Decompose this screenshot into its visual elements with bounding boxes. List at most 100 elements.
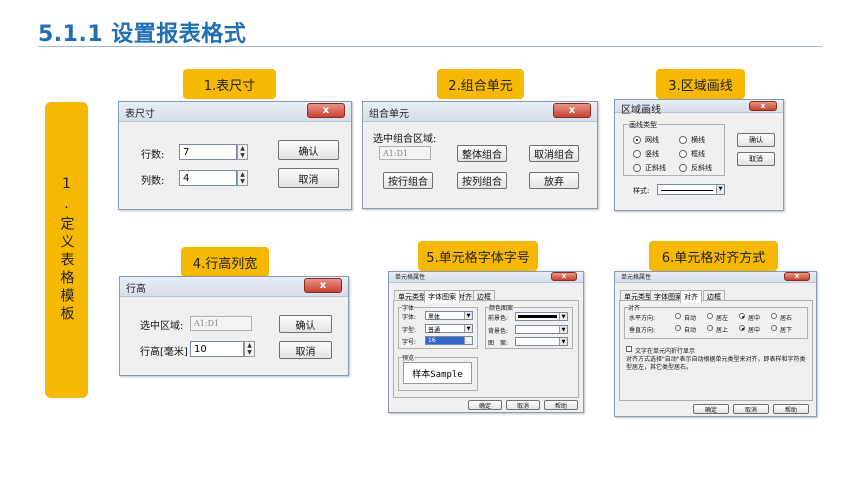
radio-h-right-label: 居右 bbox=[780, 315, 793, 322]
side-label-tab: 1.定义表格模板 bbox=[45, 102, 88, 398]
line-style-preview bbox=[661, 190, 713, 191]
style-label: 字型: bbox=[402, 327, 417, 334]
align-group bbox=[624, 307, 808, 339]
radio-frame[interactable] bbox=[679, 150, 687, 158]
chevron-down-icon: ▼ bbox=[559, 326, 567, 333]
radio-frame-label: 框线 bbox=[691, 150, 705, 158]
close-button[interactable]: x bbox=[307, 103, 345, 118]
row-height-spinner[interactable]: ▲ ▼ bbox=[244, 341, 255, 357]
cancel-button[interactable]: 取消 bbox=[733, 404, 769, 414]
wrap-checkbox[interactable] bbox=[626, 346, 632, 352]
close-button[interactable]: x bbox=[749, 101, 777, 111]
label-row-col-size: 4.行高列宽 bbox=[181, 247, 269, 277]
dialog-titlebar: 区域画线 x bbox=[615, 100, 783, 116]
dialog-combine-cells: 组合单元 x 选中组合区域: A1:D1 整体组合 取消组合 按行组合 按列组合… bbox=[362, 101, 598, 209]
close-button[interactable]: x bbox=[784, 272, 810, 281]
chevron-down-icon: ▼ bbox=[559, 313, 567, 320]
rows-input[interactable]: 7 bbox=[179, 144, 237, 160]
title-divider bbox=[38, 46, 822, 47]
radio-horizontal-label: 横线 bbox=[691, 136, 705, 144]
dialog-title: 行高 bbox=[126, 284, 146, 295]
preview-text: 样本Sample bbox=[403, 362, 472, 384]
font-group-label: 字体 bbox=[402, 303, 415, 312]
radio-v-auto-label: 自动 bbox=[684, 327, 697, 334]
cols-spinner[interactable]: ▲ ▼ bbox=[237, 170, 248, 186]
pattern-label: 图 案: bbox=[488, 340, 509, 347]
give-up-button[interactable]: 放弃 bbox=[529, 172, 579, 189]
radio-v-bottom[interactable] bbox=[771, 325, 777, 331]
radio-h-auto-label: 自动 bbox=[684, 315, 697, 322]
ok-button[interactable]: 确认 bbox=[279, 315, 332, 333]
chevron-down-icon: ▼ bbox=[716, 185, 724, 194]
font-value: 黑体 bbox=[428, 314, 441, 321]
background-dropdown[interactable]: ▼ bbox=[515, 325, 568, 334]
radio-backslash[interactable] bbox=[679, 164, 687, 172]
cancel-button[interactable]: 取消 bbox=[506, 400, 540, 410]
radio-slash-label: 正斜线 bbox=[645, 164, 666, 172]
slide-title: 5.1.1 设置报表格式 bbox=[38, 22, 247, 47]
radio-vertical[interactable] bbox=[633, 150, 641, 158]
radio-slash[interactable] bbox=[633, 164, 641, 172]
color-swatch bbox=[518, 315, 557, 318]
label-cell-align: 6.单元格对齐方式 bbox=[649, 241, 778, 271]
chevron-down-icon: ▼ bbox=[559, 338, 567, 345]
close-button[interactable]: x bbox=[553, 103, 591, 118]
align-note: 对齐方式选择"自动"表示自动根据单元类型来对齐，即表样和字符类型居左，其它类型居… bbox=[626, 356, 806, 371]
combine-by-col-button[interactable]: 按列组合 bbox=[457, 172, 507, 189]
chevron-down-icon: ▼ bbox=[464, 312, 472, 319]
cancel-combine-button[interactable]: 取消组合 bbox=[529, 145, 579, 162]
cols-input[interactable]: 4 bbox=[179, 170, 237, 186]
dialog-titlebar: 单元格属性 x bbox=[615, 272, 816, 283]
cancel-button[interactable]: 取消 bbox=[278, 168, 339, 188]
chevron-down-icon: ▼ bbox=[464, 337, 472, 344]
radio-backslash-label: 反斜线 bbox=[691, 164, 712, 172]
close-button[interactable]: x bbox=[304, 278, 342, 293]
combine-whole-button[interactable]: 整体组合 bbox=[457, 145, 507, 162]
row-height-label: 行高[毫米] bbox=[140, 347, 188, 358]
cancel-button[interactable]: 取消 bbox=[737, 152, 775, 166]
combine-by-row-button[interactable]: 按行组合 bbox=[383, 172, 433, 189]
pattern-dropdown[interactable]: ▼ bbox=[515, 337, 568, 346]
dialog-title: 组合单元 bbox=[369, 109, 409, 120]
radio-v-top[interactable] bbox=[707, 325, 713, 331]
vertical-label: 垂直方向: bbox=[629, 327, 656, 334]
radio-v-center[interactable] bbox=[739, 325, 745, 331]
foreground-label: 前景色: bbox=[488, 315, 509, 322]
font-dropdown[interactable]: 黑体 ▼ bbox=[425, 311, 473, 321]
dialog-title: 单元格属性 bbox=[395, 274, 426, 281]
dialog-titlebar: 表尺寸 x bbox=[119, 102, 351, 122]
side-label-text: 1.定义表格模板 bbox=[58, 176, 75, 324]
radio-v-bottom-label: 居下 bbox=[780, 327, 793, 334]
radio-h-left[interactable] bbox=[707, 313, 713, 319]
ok-button[interactable]: 确定 bbox=[468, 400, 502, 410]
label-combine-cells: 2.组合单元 bbox=[437, 69, 524, 99]
line-style-dropdown[interactable]: ▼ bbox=[657, 184, 725, 195]
radio-grid[interactable] bbox=[633, 136, 641, 144]
foreground-dropdown[interactable]: ▼ bbox=[515, 312, 568, 321]
radio-horizontal[interactable] bbox=[679, 136, 687, 144]
style-dropdown[interactable]: 普通 ▼ bbox=[425, 324, 473, 334]
radio-h-center[interactable] bbox=[739, 313, 745, 319]
tab-font-pattern[interactable]: 字体图案 bbox=[424, 290, 460, 303]
cancel-button[interactable]: 取消 bbox=[279, 341, 332, 359]
radio-h-auto[interactable] bbox=[675, 313, 681, 319]
radio-v-auto[interactable] bbox=[675, 325, 681, 331]
tab-align[interactable]: 对齐 bbox=[680, 290, 702, 303]
dialog-draw-lines: 区域画线 x 画线类型 网线 横线 竖线 框线 正斜线 反斜线 确认 取消 样式… bbox=[614, 99, 784, 211]
label-draw-lines: 3.区域画线 bbox=[656, 69, 745, 99]
close-button[interactable]: x bbox=[551, 272, 577, 281]
ok-button[interactable]: 确认 bbox=[737, 133, 775, 147]
select-range-label: 选中区域: bbox=[140, 321, 184, 332]
size-dropdown[interactable]: 16 ▼ bbox=[425, 336, 473, 345]
radio-h-right[interactable] bbox=[771, 313, 777, 319]
radio-v-top-label: 居上 bbox=[716, 327, 729, 334]
row-height-input[interactable]: 10 bbox=[190, 341, 244, 357]
rows-label: 行数: bbox=[141, 150, 165, 161]
ok-button[interactable]: 确定 bbox=[693, 404, 729, 414]
ok-button[interactable]: 确认 bbox=[278, 140, 339, 160]
size-label: 字号: bbox=[402, 339, 417, 346]
help-button[interactable]: 帮助 bbox=[544, 400, 578, 410]
dialog-cell-align: 单元格属性 x 单元类型 字体图案 对齐 边框 对齐 水平方向: 自动 居左 居… bbox=[614, 271, 817, 417]
rows-spinner[interactable]: ▲ ▼ bbox=[237, 144, 248, 160]
help-button[interactable]: 帮助 bbox=[773, 404, 809, 414]
